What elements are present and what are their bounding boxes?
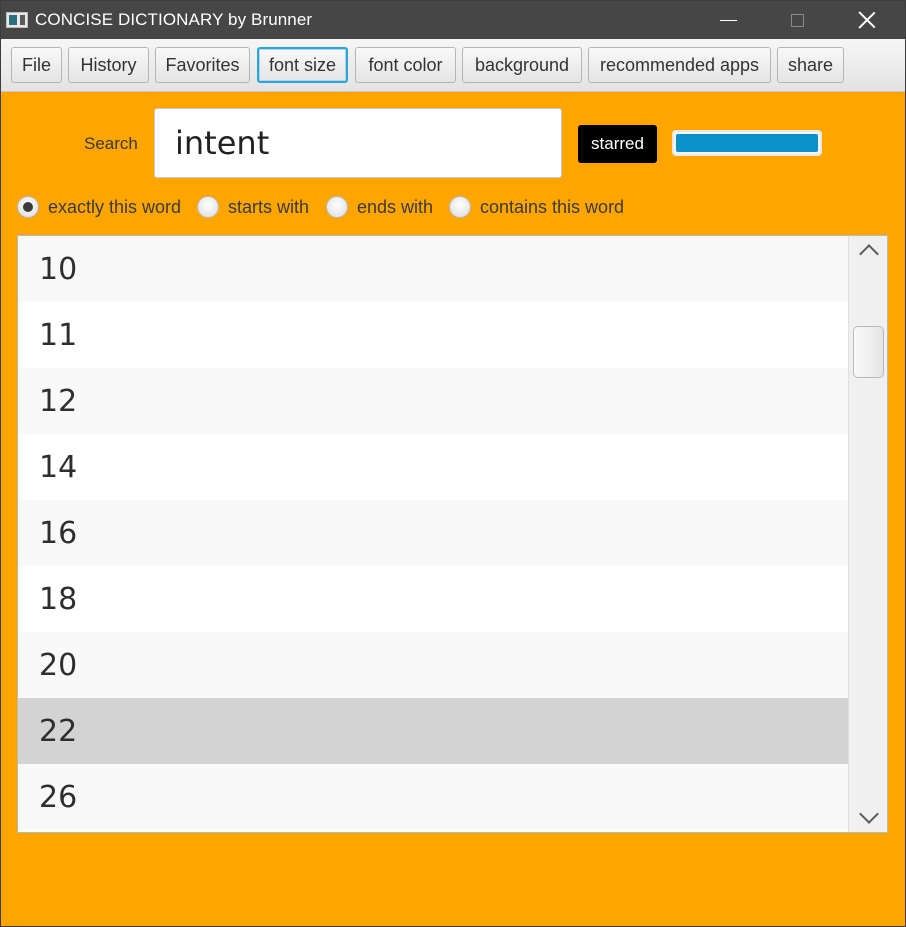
background-button[interactable]: background [462,47,582,83]
app-window: CONCISE DICTIONARY by Brunner File Histo… [0,0,906,927]
list-items: 10 11 12 14 16 18 20 22 26 [18,236,848,830]
list-item[interactable]: 10 [18,236,848,302]
radio-unselected-icon [326,196,348,218]
radio-ends-with[interactable]: ends with [326,194,433,220]
list-item[interactable]: 14 [18,434,848,500]
scroll-down-button[interactable] [849,804,887,832]
vertical-scrollbar[interactable] [848,236,887,832]
favorites-button[interactable]: Favorites [155,47,250,83]
starred-button[interactable]: starred [578,125,657,163]
maximize-button[interactable] [774,1,820,39]
title-bar[interactable]: CONCISE DICTIONARY by Brunner [1,1,905,39]
list-item[interactable]: 16 [18,500,848,566]
window-title: CONCISE DICTIONARY by Brunner [35,10,313,29]
minimize-button[interactable] [705,1,751,39]
match-mode-group: exactly this word starts with ends with … [17,194,897,220]
list-item[interactable]: 18 [18,566,848,632]
recommended-apps-button[interactable]: recommended apps [588,47,771,83]
chevron-up-icon [858,244,879,264]
toolbar: File History Favorites font size font co… [1,39,905,92]
search-input[interactable] [154,108,562,178]
maximize-icon [790,13,804,27]
font-color-button[interactable]: font color [355,47,456,83]
search-label: Search [84,134,138,153]
font-size-button[interactable]: font size [257,47,348,83]
share-button[interactable]: share [777,47,844,83]
history-button[interactable]: History [68,47,149,83]
radio-label: starts with [228,196,310,217]
app-icon [6,12,28,28]
radio-label: contains this word [480,196,625,217]
chevron-down-icon [858,804,879,824]
radio-exactly-this-word[interactable]: exactly this word [17,194,181,220]
radio-label: exactly this word [48,196,182,217]
scroll-thumb[interactable] [853,326,884,378]
radio-unselected-icon [197,196,219,218]
radio-contains-this-word[interactable]: contains this word [449,194,624,220]
progress-fill [676,134,818,152]
radio-unselected-icon [449,196,471,218]
progress-bar [672,130,822,156]
radio-selected-icon [17,196,39,218]
list-item[interactable]: 12 [18,368,848,434]
close-icon [858,11,876,29]
list-item[interactable]: 26 [18,764,848,830]
list-item[interactable]: 22 [18,698,848,764]
scroll-up-button[interactable] [849,236,887,264]
minimize-icon [719,19,737,21]
list-item[interactable]: 11 [18,302,848,368]
font-size-list[interactable]: 10 11 12 14 16 18 20 22 26 [17,235,888,833]
close-button[interactable] [844,1,890,39]
list-item[interactable]: 20 [18,632,848,698]
file-button[interactable]: File [11,47,62,83]
radio-starts-with[interactable]: starts with [197,194,309,220]
radio-label: ends with [357,196,434,217]
